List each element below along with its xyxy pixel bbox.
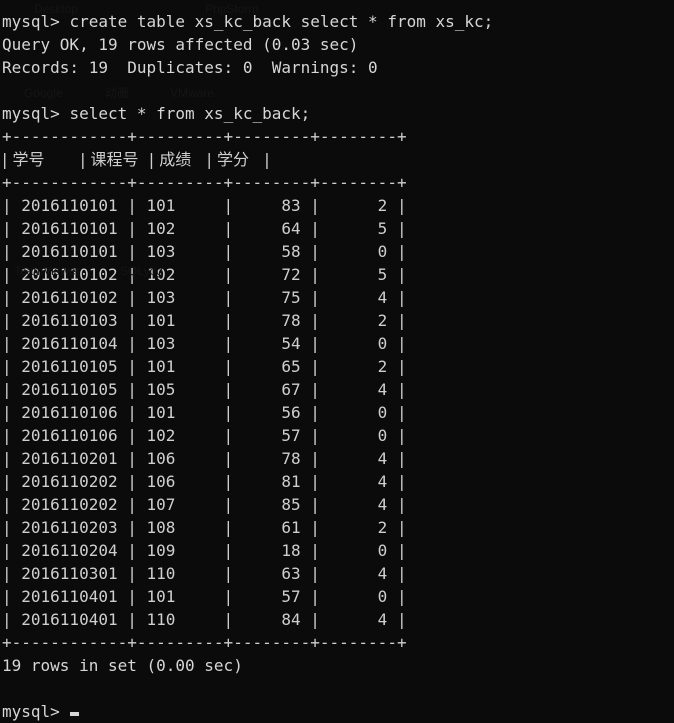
table-header-row: | 学号 | 课程号 | 成绩 | 学分 | bbox=[2, 150, 270, 169]
prompt-label-2: mysql> bbox=[2, 104, 70, 123]
table-row: | 2016110101 | 103 | 58 | 0 | bbox=[2, 242, 407, 261]
query-ok-message: Query OK, 19 rows affected (0.03 sec) bbox=[2, 35, 359, 54]
rows-in-set-message: 19 rows in set (0.00 sec) bbox=[2, 656, 243, 675]
text-cursor bbox=[70, 712, 80, 716]
command-line-create-table: mysql> create table xs_kc_back select * … bbox=[0, 10, 674, 33]
table-row: | 2016110202 | 107 | 85 | 4 | bbox=[2, 495, 407, 514]
table-row: | 2016110106 | 101 | 56 | 0 | bbox=[2, 403, 407, 422]
table-row: | 2016110104 | 103 | 54 | 0 | bbox=[2, 334, 407, 353]
active-prompt-line[interactable]: mysql> bbox=[0, 700, 674, 723]
table-row: | 2016110101 | 102 | 64 | 5 | bbox=[2, 219, 407, 238]
terminal-window[interactable]: Desktop PhpStorm Google 动画 VMware TeamVi… bbox=[0, 0, 674, 721]
table-row: | 2016110201 | 106 | 78 | 4 | bbox=[2, 449, 407, 468]
prompt-label-3: mysql> bbox=[2, 702, 70, 721]
table-row: | 2016110202 | 106 | 81 | 4 | bbox=[2, 472, 407, 491]
prompt-label: mysql> bbox=[2, 12, 70, 31]
table-row: | 2016110401 | 101 | 57 | 0 | bbox=[2, 587, 407, 606]
table-separator-bottom: +------------+---------+--------+-------… bbox=[2, 633, 407, 652]
table-row: | 2016110102 | 102 | 72 | 5 | bbox=[2, 265, 407, 284]
table-row: | 2016110401 | 110 | 84 | 4 | bbox=[2, 610, 407, 629]
table-row: | 2016110203 | 108 | 61 | 2 | bbox=[2, 518, 407, 537]
table-separator-top: +------------+---------+--------+-------… bbox=[2, 127, 407, 146]
table-row: | 2016110103 | 101 | 78 | 2 | bbox=[2, 311, 407, 330]
table-body: | 2016110101 | 101 | 83 | 2 | | 201611010… bbox=[0, 194, 674, 631]
command-line-select: mysql> select * from xs_kc_back; bbox=[0, 102, 674, 125]
table-row: | 2016110301 | 110 | 63 | 4 | bbox=[2, 564, 407, 583]
records-duplicates-warnings-message: Records: 19 Duplicates: 0 Warnings: 0 bbox=[2, 58, 378, 77]
table-separator-header: +------------+---------+--------+-------… bbox=[2, 173, 407, 192]
table-row: | 2016110105 | 105 | 67 | 4 | bbox=[2, 380, 407, 399]
table-row: | 2016110106 | 102 | 57 | 0 | bbox=[2, 426, 407, 445]
table-row: | 2016110105 | 101 | 65 | 2 | bbox=[2, 357, 407, 376]
table-row: | 2016110101 | 101 | 83 | 2 | bbox=[2, 196, 407, 215]
table-row: | 2016110102 | 103 | 75 | 4 | bbox=[2, 288, 407, 307]
command-text: create table xs_kc_back select * from xs… bbox=[69, 12, 494, 31]
command-text-2: select * from xs_kc_back; bbox=[69, 104, 311, 123]
table-row: | 2016110204 | 109 | 18 | 0 | bbox=[2, 541, 407, 560]
